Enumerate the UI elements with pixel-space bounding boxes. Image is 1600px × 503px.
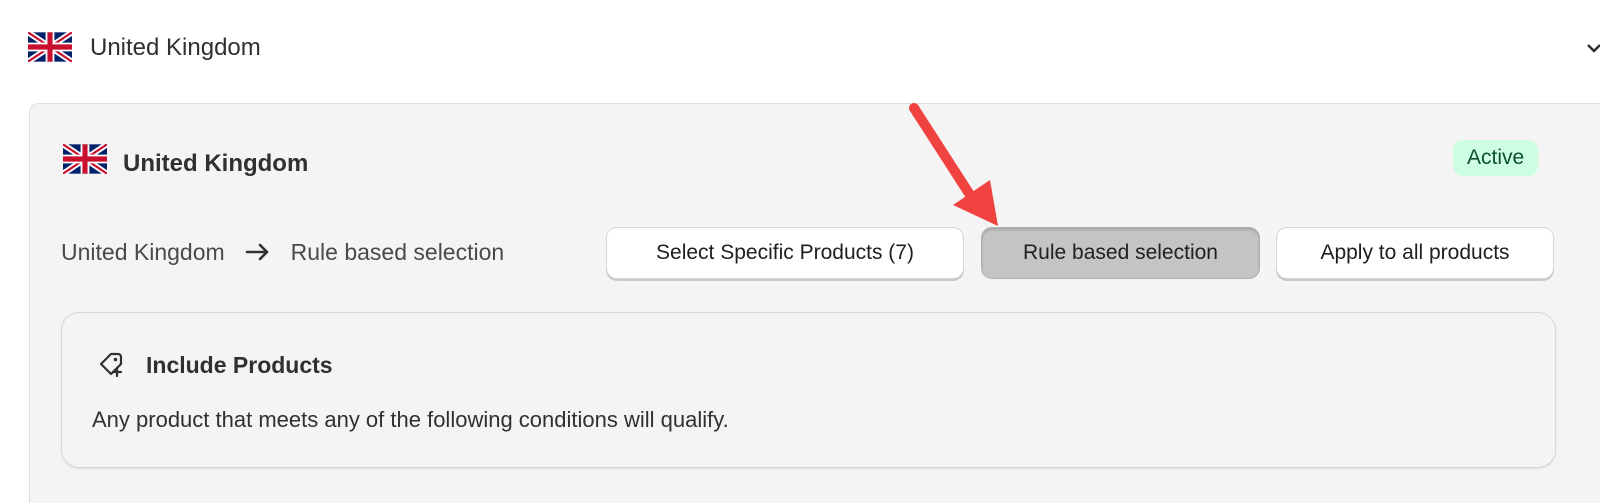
uk-flag-icon <box>63 144 107 174</box>
uk-flag-icon <box>28 32 72 62</box>
include-products-title: Include Products <box>146 352 333 378</box>
arrow-right-icon <box>245 243 268 261</box>
rule-based-selection-button[interactable]: Rule based selection <box>981 227 1260 279</box>
select-specific-products-button[interactable]: Select Specific Products (7) <box>606 227 964 279</box>
card-country-name: United Kingdom <box>123 150 309 177</box>
tag-plus-icon <box>99 352 123 377</box>
header-country-name: United Kingdom <box>90 34 261 61</box>
chevron-down-icon[interactable] <box>1584 38 1600 58</box>
breadcrumb-from: United Kingdom <box>61 238 225 265</box>
country-card: United Kingdom Active United Kingdom Rul… <box>29 103 1600 503</box>
country-header[interactable]: United Kingdom <box>0 0 1600 96</box>
breadcrumb-to: Rule based selection <box>290 238 505 265</box>
status-badge: Active <box>1453 140 1539 176</box>
include-products-description: Any product that meets any of the follow… <box>92 407 729 432</box>
breadcrumb: United Kingdom Rule based selection <box>61 236 504 268</box>
apply-to-all-products-button[interactable]: Apply to all products <box>1276 227 1554 279</box>
include-products-panel: Include Products Any product that meets … <box>61 312 1556 468</box>
